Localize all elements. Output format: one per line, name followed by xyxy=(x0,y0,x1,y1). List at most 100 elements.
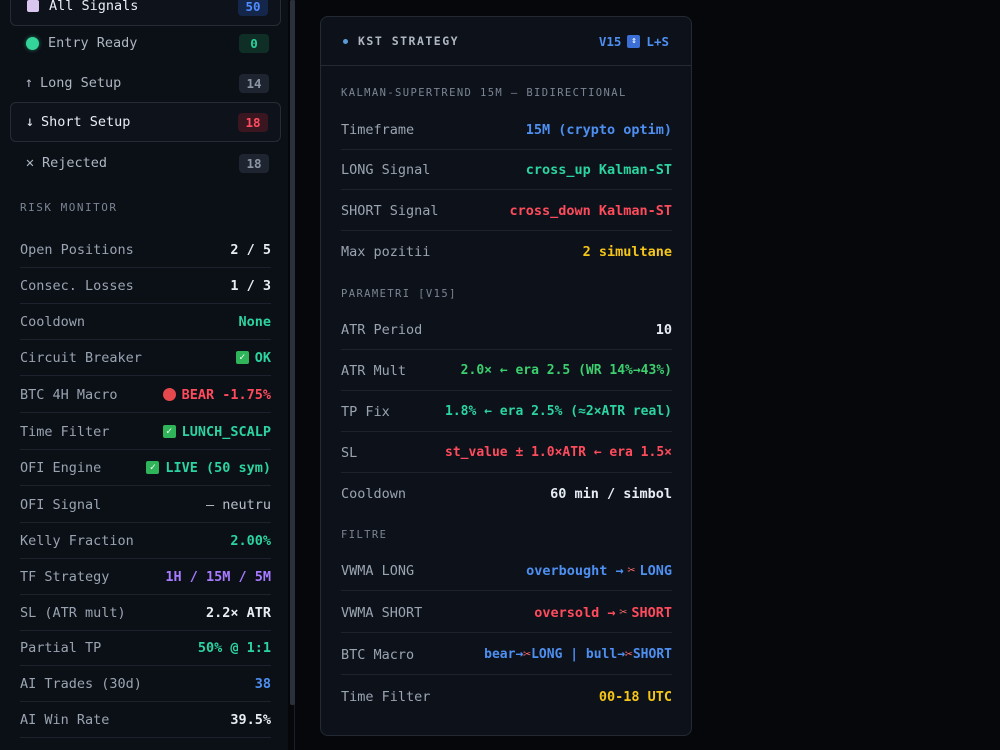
row-value: 1.8% ← era 2.5% (≈2×ATR real) xyxy=(445,404,672,419)
row-value: cross_up Kalman-ST xyxy=(525,161,672,178)
row-label: Timeframe xyxy=(341,121,415,138)
value-c: SHORT xyxy=(632,647,672,662)
risk-label: AI Trades (30d) xyxy=(20,675,142,692)
risk-row-tf-strategy: TF Strategy 1H / 15M / 5M xyxy=(20,559,271,595)
sidebar: All Signals 50 Entry Ready 0 ↑ Long Setu… xyxy=(0,0,288,750)
row-label: Cooldown xyxy=(341,486,407,502)
risk-value: 2 / 5 xyxy=(230,241,271,258)
filter-label: Long Setup xyxy=(40,75,122,91)
row-value: bear→ ✂ LONG | bull→ ✂ SHORT xyxy=(484,647,672,662)
risk-label: Time Filter xyxy=(20,423,110,440)
row-value: overbought → ✂ LONG xyxy=(526,563,672,579)
risk-value-wrap: ✓ LUNCH_SCALP xyxy=(162,423,271,440)
value-pre: oversold → xyxy=(534,604,616,621)
risk-value: 2.00% xyxy=(230,532,271,549)
risk-value: None xyxy=(238,313,271,330)
risk-row-partial-tp: Partial TP 50% @ 1:1 xyxy=(20,630,271,666)
arrow-up-icon: ↑ xyxy=(24,75,34,91)
risk-row-ai-trades: AI Trades (30d) 38 xyxy=(20,666,271,702)
risk-label: BTC 4H Macro xyxy=(20,386,118,403)
kst-strategy-panel: KST STRATEGY V15 ⇕ L+S KALMAN-SUPERTREND… xyxy=(320,16,692,736)
risk-value: OK xyxy=(254,349,271,366)
version-badge: V15 ⇕ L+S xyxy=(599,34,669,49)
row-long-signal: LONG Signal cross_up Kalman-ST xyxy=(341,150,672,190)
risk-label: TF Strategy xyxy=(20,568,110,585)
risk-row-time-filter: Time Filter ✓ LUNCH_SCALP xyxy=(20,414,271,450)
row-value: 00-18 UTC xyxy=(598,689,672,705)
risk-value: LUNCH_SCALP xyxy=(181,423,271,440)
panel-header: KST STRATEGY V15 ⇕ L+S xyxy=(321,17,691,66)
params-section-title: PARAMETRI [V15] xyxy=(341,288,457,300)
red-dot-icon xyxy=(162,388,176,401)
risk-value: 50% @ 1:1 xyxy=(197,639,271,656)
up-down-arrow-icon: ⇕ xyxy=(627,34,641,48)
row-label: ATR Period xyxy=(341,321,423,338)
green-dot-icon xyxy=(24,36,40,50)
row-value: 2 simultane xyxy=(582,244,672,260)
risk-row-ofi-engine: OFI Engine ✓ LIVE (50 sym) xyxy=(20,450,271,486)
row-label: SHORT Signal xyxy=(341,202,439,219)
row-value: 15M (crypto optim) xyxy=(525,121,672,138)
risk-row-sl-atr: SL (ATR mult) 2.2× ATR xyxy=(20,595,271,631)
filter-label: Entry Ready xyxy=(48,35,138,51)
row-label: Time Filter xyxy=(341,689,431,705)
mode-label: L+S xyxy=(646,33,669,49)
risk-value-wrap: ✓ OK xyxy=(235,349,271,366)
row-atr-mult: ATR Mult 2.0× ← era 2.5 (WR 14%→43%) xyxy=(341,351,672,391)
row-short-signal: SHORT Signal cross_down Kalman-ST xyxy=(341,191,672,231)
risk-row-cooldown: Cooldown None xyxy=(20,304,271,340)
risk-value: — neutru xyxy=(205,496,271,513)
sidebar-scrollbar[interactable] xyxy=(290,0,295,705)
risk-row-open-positions: Open Positions 2 / 5 xyxy=(20,232,271,268)
risk-monitor-title: RISK MONITOR xyxy=(20,201,118,214)
filter-count: 18 xyxy=(239,153,269,173)
row-vwma-long: VWMA LONG overbought → ✂ LONG xyxy=(341,551,672,591)
row-value: oversold → ✂ SHORT xyxy=(534,605,672,621)
row-label: Max pozitii xyxy=(341,244,431,260)
filter-rejected[interactable]: ✕ Rejected 18 xyxy=(10,143,281,183)
risk-label: Cooldown xyxy=(20,313,86,330)
row-value: 10 xyxy=(655,321,672,338)
value-post: LONG xyxy=(639,562,672,579)
risk-value-wrap: ✓ LIVE (50 sym) xyxy=(146,460,271,476)
filter-count: 50 xyxy=(238,0,268,16)
filter-count: 0 xyxy=(239,33,269,53)
filter-entry-ready[interactable]: Entry Ready 0 xyxy=(10,23,281,63)
scissors-icon: ✂ xyxy=(619,605,628,620)
row-vwma-short: VWMA SHORT oversold → ✂ SHORT xyxy=(341,593,672,633)
row-label: LONG Signal xyxy=(341,161,431,178)
value-a: bear→ xyxy=(484,647,524,662)
risk-label: Consec. Losses xyxy=(20,277,134,294)
filter-long-setup[interactable]: ↑ Long Setup 14 xyxy=(10,63,281,103)
risk-value-wrap: BEAR -1.75% xyxy=(162,386,271,403)
filter-label: All Signals xyxy=(49,0,139,14)
square-icon xyxy=(25,0,41,12)
filter-short-setup[interactable]: ↓ Short Setup 18 xyxy=(10,102,281,142)
risk-value: BEAR -1.75% xyxy=(181,386,271,403)
risk-row-consec-losses: Consec. Losses 1 / 3 xyxy=(20,268,271,304)
risk-label: Kelly Fraction xyxy=(20,532,134,549)
filter-count: 14 xyxy=(239,73,269,93)
status-dot-icon xyxy=(343,38,348,44)
row-max-pozitii: Max pozitii 2 simultane xyxy=(341,232,672,272)
scissors-icon: ✂ xyxy=(625,647,633,662)
panel-title: KST STRATEGY xyxy=(358,34,460,48)
row-value: 2.0× ← era 2.5 (WR 14%→43%) xyxy=(460,363,672,378)
row-value: st_value ± 1.0×ATR ← era 1.5× xyxy=(445,445,672,460)
risk-value: 38 xyxy=(254,675,271,692)
risk-row-btc-macro: BTC 4H Macro BEAR -1.75% xyxy=(20,377,271,413)
risk-row-ai-win-rate: AI Win Rate 39.5% xyxy=(20,702,271,738)
row-cooldown: Cooldown 60 min / simbol xyxy=(341,474,672,514)
risk-label: AI Win Rate xyxy=(20,711,110,728)
row-label: VWMA LONG xyxy=(341,562,415,579)
check-icon: ✓ xyxy=(162,425,176,438)
strategy-subtitle: KALMAN-SUPERTREND 15M — BIDIRECTIONAL xyxy=(341,87,627,99)
risk-value: 1 / 3 xyxy=(230,277,271,294)
row-sl: SL st_value ± 1.0×ATR ← era 1.5× xyxy=(341,433,672,473)
scissors-icon: ✂ xyxy=(523,647,532,662)
filters-section-title: FILTRE xyxy=(341,529,388,541)
value-b: LONG | bull→ xyxy=(531,647,626,662)
row-label: VWMA SHORT xyxy=(341,604,423,621)
row-atr-period: ATR Period 10 xyxy=(341,310,672,350)
row-tp-fix: TP Fix 1.8% ← era 2.5% (≈2×ATR real) xyxy=(341,392,672,432)
